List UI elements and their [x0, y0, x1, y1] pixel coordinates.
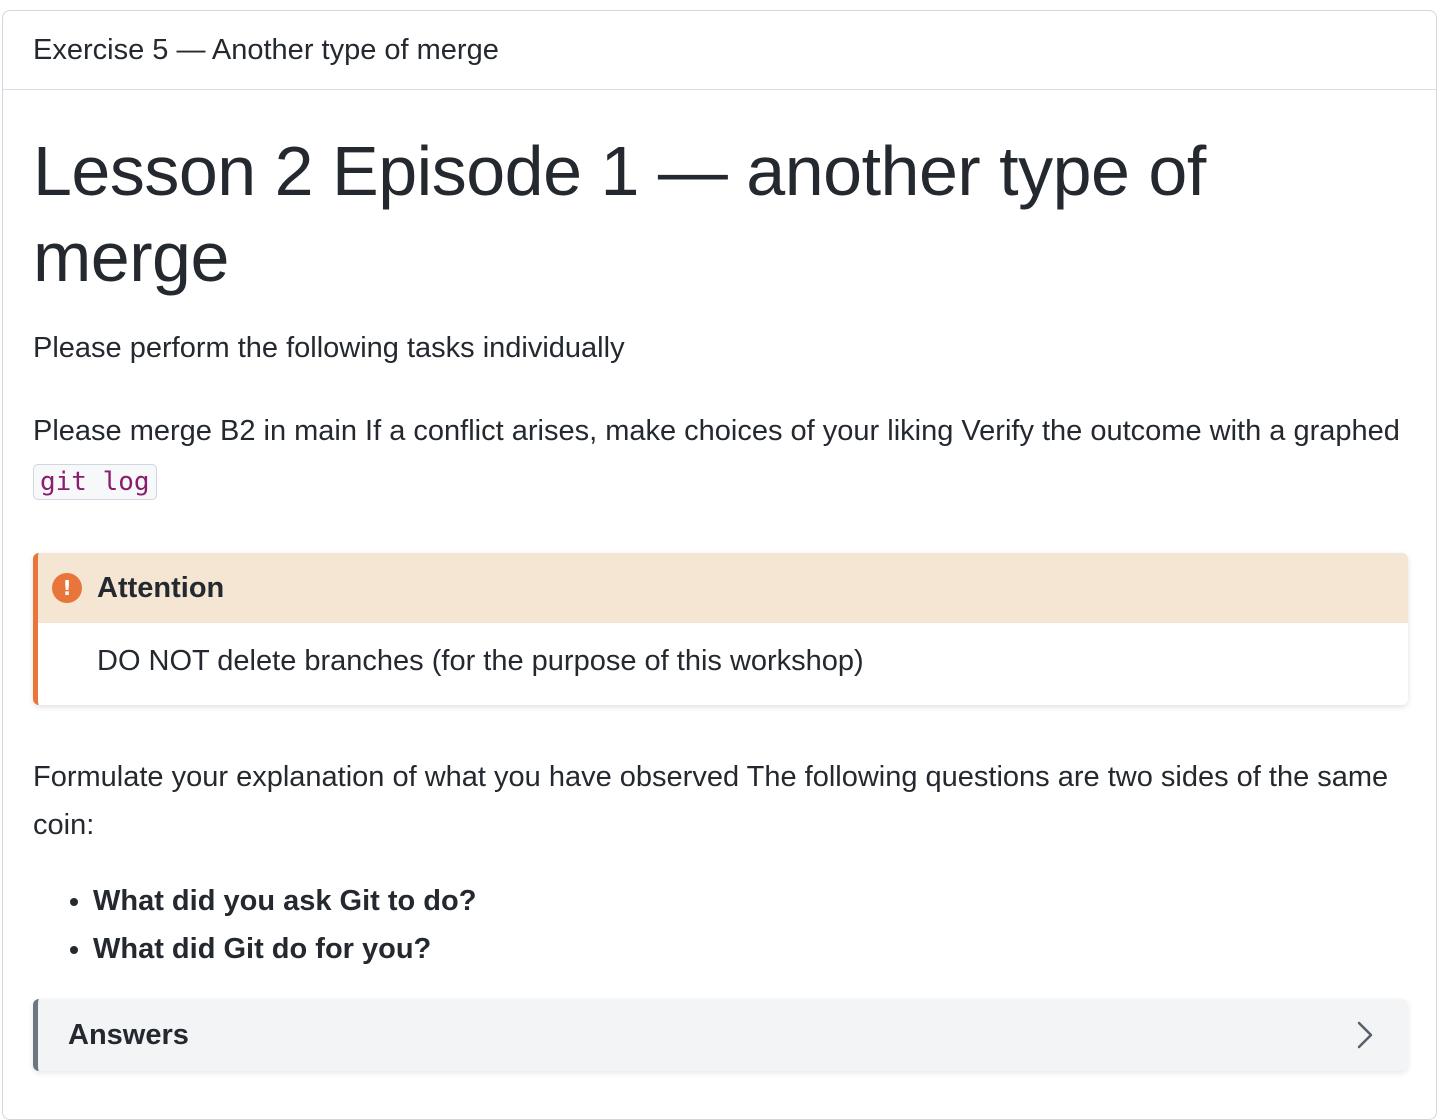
- explanation-paragraph: Formulate your explanation of what you h…: [33, 761, 1389, 841]
- exercise-card: Exercise 5 — Another type of merge Lesso…: [2, 10, 1437, 1120]
- answers-label: Answers: [68, 1018, 189, 1051]
- list-item: What did you ask Git to do?: [93, 877, 1408, 925]
- task-text: Please merge B2 in main If a conflict ar…: [33, 415, 1400, 447]
- admonition-title-bar: ! Attention: [38, 553, 1408, 623]
- answers-toggle[interactable]: Answers: [33, 999, 1408, 1071]
- list-item: What did Git do for you?: [93, 925, 1408, 973]
- admonition-body: DO NOT delete branches (for the purpose …: [97, 645, 864, 677]
- attention-admonition: ! Attention DO NOT delete branches (for …: [33, 553, 1408, 705]
- admonition-title: Attention: [97, 571, 225, 604]
- task-paragraph: Please merge B2 in main If a conflict ar…: [33, 406, 1408, 507]
- exercise-content: Lesson 2 Episode 1 — another type of mer…: [33, 90, 1408, 1071]
- inline-code-git-log: git log: [33, 464, 157, 500]
- questions-list: What did you ask Git to do? What did Git…: [33, 877, 1408, 973]
- exercise-title: Exercise 5 — Another type of merge: [33, 33, 499, 66]
- chevron-right-icon[interactable]: [1350, 1020, 1380, 1050]
- card-header: Exercise 5 — Another type of merge: [3, 11, 1436, 90]
- intro-paragraph: Please perform the following tasks indiv…: [33, 332, 625, 364]
- page-title: Lesson 2 Episode 1 — another type of mer…: [33, 132, 1206, 296]
- exclamation-icon: !: [52, 573, 82, 603]
